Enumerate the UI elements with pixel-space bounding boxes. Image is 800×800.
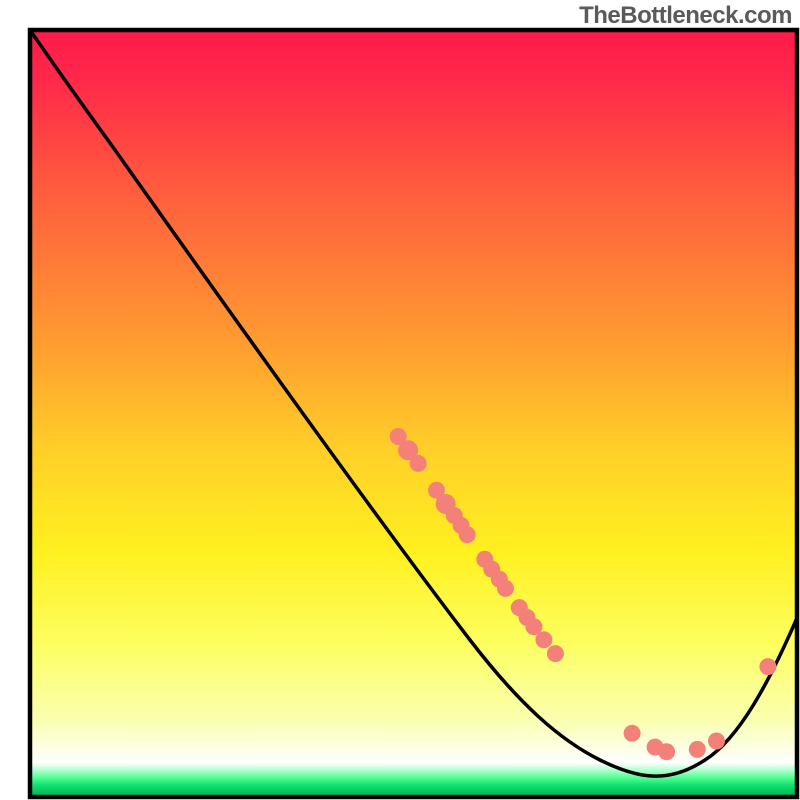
gradient-background (30, 30, 797, 797)
data-marker (708, 733, 725, 750)
data-marker (497, 580, 514, 597)
data-marker (410, 455, 427, 472)
data-marker (459, 526, 476, 543)
data-marker (547, 645, 564, 662)
chart-container: TheBottleneck.com (0, 0, 800, 800)
data-marker (624, 725, 641, 742)
data-marker (689, 741, 706, 758)
data-marker (759, 658, 776, 675)
data-marker (658, 743, 675, 760)
data-marker (535, 631, 552, 648)
watermark-text: TheBottleneck.com (579, 2, 792, 30)
bottleneck-chart (0, 0, 800, 800)
